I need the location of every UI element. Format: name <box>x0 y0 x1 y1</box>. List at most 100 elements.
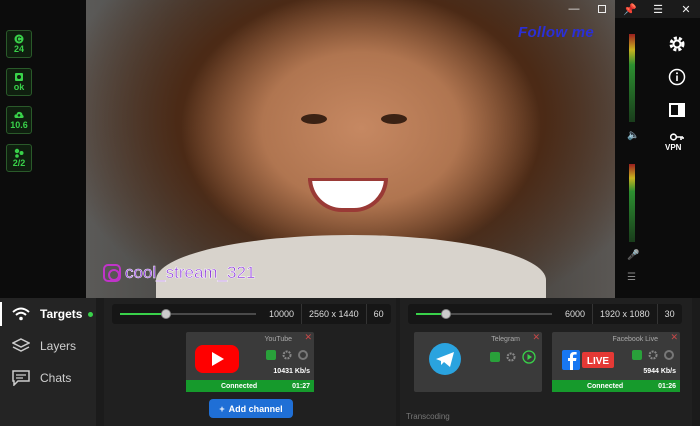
target-tools <box>266 350 308 360</box>
stop-icon[interactable] <box>664 350 674 360</box>
fps-value-1[interactable]: 60 <box>365 304 391 324</box>
bitrate-slider-2[interactable] <box>408 304 558 324</box>
bitrate-slider-1-fill <box>120 313 167 315</box>
targets-stat[interactable]: 2/2 <box>6 144 32 172</box>
add-channel-button[interactable]: + Add channel <box>209 399 293 418</box>
resolution-value-2[interactable]: 1920 x 1080 <box>592 304 657 324</box>
stop-icon[interactable] <box>298 350 308 360</box>
chat-toggle-icon[interactable] <box>490 352 500 362</box>
cpu-value: 24 <box>13 43 24 54</box>
layout-toggle-button[interactable] <box>668 101 686 119</box>
gear-icon[interactable] <box>506 352 516 362</box>
cpu-stat[interactable]: C 24 <box>6 30 32 58</box>
hamburger-icon: ☰ <box>653 3 663 16</box>
maximize-icon <box>598 5 606 13</box>
preview-smile <box>308 178 388 212</box>
remove-target-icon[interactable]: ✕ <box>670 332 678 343</box>
maximize-button[interactable] <box>588 0 616 18</box>
key-icon <box>670 133 684 141</box>
close-icon: ✕ <box>681 3 691 16</box>
nav-targets-label: Targets <box>40 307 83 321</box>
upload-value: 10.6 <box>10 119 28 130</box>
target-status: Connected <box>586 382 624 390</box>
live-badge: LIVE <box>587 356 610 367</box>
video-preview[interactable]: Follow me cool_stream_321 <box>86 0 615 298</box>
target-bitrate: 10431 Kb/s <box>273 368 310 375</box>
microphone-icon[interactable]: 🎤 <box>627 250 639 262</box>
nav-layers[interactable]: Layers <box>0 331 96 361</box>
target-tools <box>490 350 536 364</box>
resolution-value-1[interactable]: 2560 x 1440 <box>301 304 366 324</box>
group-2-settings: 6000 1920 x 1080 30 <box>408 304 682 324</box>
fps-value-2[interactable]: 30 <box>656 304 682 324</box>
targets-connected-icon <box>14 148 24 158</box>
bitrate-slider-1-knob[interactable] <box>161 309 172 319</box>
output-level-meter <box>629 34 635 122</box>
instagram-icon <box>103 264 121 282</box>
layers-icon <box>12 338 30 352</box>
chat-toggle-icon[interactable] <box>632 350 642 360</box>
target-card-facebook[interactable]: Facebook Live ✕ LIVE 5944 Kb/s Connected… <box>552 332 680 392</box>
target-bitrate: 5944 Kb/s <box>643 368 676 375</box>
nav-targets[interactable]: Targets <box>0 299 96 329</box>
bitrate-slider-1[interactable] <box>112 304 262 324</box>
pin-button[interactable]: 📌 <box>616 0 644 18</box>
target-card-telegram[interactable]: Telegram ✕ <box>414 332 542 392</box>
target-duration: 01:26 <box>658 382 676 390</box>
chat-toggle-icon[interactable] <box>266 350 276 360</box>
targets-value: 2/2 <box>12 157 26 168</box>
play-icon[interactable] <box>522 350 536 364</box>
settings-button[interactable] <box>668 35 686 53</box>
vpn-label: VPN <box>665 143 682 152</box>
target-duration: 01:27 <box>292 382 310 390</box>
audio-menu-icon[interactable]: ☰ <box>627 272 639 284</box>
transcoding-label: Transcoding <box>406 412 450 421</box>
preview-eyes <box>301 114 411 130</box>
speaker-icon[interactable]: 🔈 <box>627 130 639 142</box>
info-icon <box>668 68 686 86</box>
panel-layout-icon <box>669 103 685 117</box>
minimize-button[interactable]: — <box>560 0 588 18</box>
target-card-youtube[interactable]: YouTube ✕ 10431 Kb/s Connected 01:27 <box>186 332 314 392</box>
window-controls: — 📌 ☰ ✕ <box>540 0 700 18</box>
gpu-icon <box>15 72 23 81</box>
nav-layers-label: Layers <box>40 339 77 353</box>
bitrate-value-2[interactable]: 6000 <box>558 304 592 324</box>
gear-icon[interactable] <box>648 350 658 360</box>
gpu-stat[interactable]: ok <box>6 68 32 96</box>
target-name: Facebook Live <box>612 336 658 343</box>
pin-icon: 📌 <box>623 3 637 16</box>
stats-panel: C 24 ok 10.6 2/2 <box>0 0 86 298</box>
target-name: YouTube <box>264 336 292 343</box>
target-status-bar: Connected 01:26 <box>552 380 680 392</box>
youtube-logo-icon <box>195 345 239 373</box>
watermark-handle: cool_stream_321 <box>125 263 256 283</box>
bitrate-value-1[interactable]: 10000 <box>262 304 301 324</box>
telegram-logo-icon <box>429 343 461 375</box>
target-status-bar: Connected 01:27 <box>186 380 314 392</box>
info-button[interactable] <box>668 68 686 86</box>
bitrate-slider-2-knob[interactable] <box>440 309 451 319</box>
audio-meters: 🔈 🎤 ☰ <box>615 18 651 298</box>
cpu-icon: C <box>14 34 24 43</box>
right-sidebar: VPN <box>651 18 700 298</box>
minimize-icon: — <box>568 3 580 15</box>
app-window: C 24 ok 10.6 2/2 Follow me cool_stream_3… <box>0 0 700 426</box>
upload-stat[interactable]: 10.6 <box>6 106 32 134</box>
plus-icon: + <box>219 403 225 414</box>
navigation: Targets Layers Chats <box>0 298 96 426</box>
encoder-group-2: 6000 1920 x 1080 30 Telegram ✕ Facebook … <box>400 298 692 426</box>
nav-chats[interactable]: Chats <box>0 363 96 393</box>
bottom-panel: Targets Layers Chats 10000 2560 x 1440 6… <box>0 298 700 426</box>
remove-target-icon[interactable]: ✕ <box>532 332 540 343</box>
close-button[interactable]: ✕ <box>672 0 700 18</box>
target-status: Connected <box>220 382 258 390</box>
wifi-icon <box>12 307 30 321</box>
target-tools <box>632 350 674 360</box>
remove-target-icon[interactable]: ✕ <box>304 332 312 343</box>
gear-icon[interactable] <box>282 350 292 360</box>
follow-me-overlay: Follow me <box>518 24 595 41</box>
menu-button[interactable]: ☰ <box>644 0 672 18</box>
gpu-value: ok <box>13 81 25 92</box>
chat-icon <box>12 370 30 386</box>
